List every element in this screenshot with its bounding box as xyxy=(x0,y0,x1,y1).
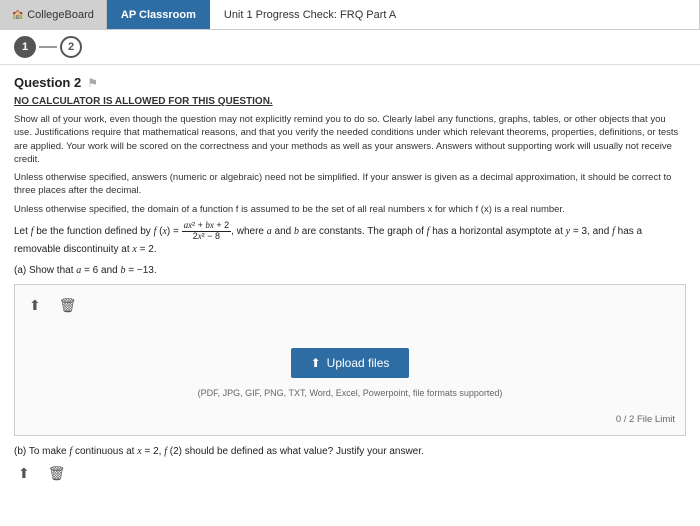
step-connector xyxy=(39,46,57,48)
tab-collegeboard-label: CollegeBoard xyxy=(27,9,94,21)
question-header: Question 2 ⚑ xyxy=(14,75,686,90)
file-limit-text: 0 / 2 File Limit xyxy=(25,414,675,425)
tab-unit-title[interactable]: Unit 1 Progress Check: FRQ Part A xyxy=(210,0,700,29)
part-b-label: (b) To make f continuous at x = 2, f (2)… xyxy=(14,446,686,457)
upload-center: ⬆ Upload files (PDF, JPG, GIF, PNG, TXT,… xyxy=(25,328,675,408)
flag-icon[interactable]: ⚑ xyxy=(87,76,98,90)
part-b-delete-button[interactable]: 🗑 xyxy=(44,463,70,484)
function-description: Let f be the function defined by f (x) =… xyxy=(14,221,686,257)
instruction-3: Unless otherwise specified, the domain o… xyxy=(14,203,686,216)
upload-formats-text: (PDF, JPG, GIF, PNG, TXT, Word, Excel, P… xyxy=(198,388,503,398)
step-2-label: 2 xyxy=(68,41,74,53)
delete-button[interactable]: 🗑 xyxy=(55,295,81,316)
step-2-circle[interactable]: 2 xyxy=(60,36,82,58)
upload-file-button[interactable]: ⬆ xyxy=(25,295,45,316)
step-indicator: 1 2 xyxy=(0,30,700,65)
main-content: Question 2 ⚑ NO CALCULATOR IS ALLOWED FO… xyxy=(0,65,700,526)
step-1-circle[interactable]: 1 xyxy=(14,36,36,58)
instruction-2: Unless otherwise specified, answers (num… xyxy=(14,171,686,198)
tab-unit-label: Unit 1 Progress Check: FRQ Part A xyxy=(224,9,396,21)
upload-arrow-icon: ⬆ xyxy=(311,356,321,370)
top-bar: 🏫 CollegeBoard AP Classroom Unit 1 Progr… xyxy=(0,0,700,30)
tab-collegeboard[interactable]: 🏫 CollegeBoard xyxy=(0,0,107,29)
question-number: Question 2 xyxy=(14,75,81,90)
tab-ap-classroom-label: AP Classroom xyxy=(121,9,196,21)
upload-area: ⬆ 🗑 ⬆ Upload files (PDF, JPG, GIF, PNG, … xyxy=(14,284,686,436)
tab-ap-classroom[interactable]: AP Classroom xyxy=(107,0,210,29)
upload-files-button[interactable]: ⬆ Upload files xyxy=(291,348,410,378)
part-a-label: (a) Show that a = 6 and b = −13. xyxy=(14,265,686,276)
instruction-1: Show all of your work, even though the q… xyxy=(14,113,686,166)
upload-toolbar: ⬆ 🗑 xyxy=(25,295,675,316)
upload-files-label: Upload files xyxy=(327,356,390,370)
part-b-upload-button[interactable]: ⬆ xyxy=(14,463,34,484)
step-1-label: 1 xyxy=(22,41,28,53)
collegeboard-logo-icon: 🏫 xyxy=(12,9,23,20)
part-b-toolbar: ⬆ 🗑 xyxy=(14,463,686,484)
no-calculator-notice: NO CALCULATOR IS ALLOWED FOR THIS QUESTI… xyxy=(14,96,686,107)
